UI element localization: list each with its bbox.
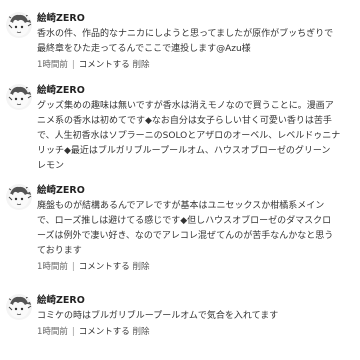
comment-meta: 1時間前 | コメントする 削除: [37, 59, 354, 71]
reply-link[interactable]: コメントする: [79, 60, 130, 70]
avatar[interactable]: [6, 84, 32, 110]
comment-text: 廃盤ものが結構あるんでアレですが基本はユニセックスか柑橘系メイン で、ローズ推し…: [37, 199, 354, 259]
separator: |: [71, 327, 75, 337]
delete-link[interactable]: 削除: [133, 262, 150, 272]
comment-line: リッチ◆最近はブルガリブループールオム、ハウスオブローゼのグリーン: [37, 146, 331, 156]
comment-time: 1時間前: [37, 327, 68, 337]
separator: |: [71, 60, 75, 70]
comment-author[interactable]: 絵崎ZERO: [37, 12, 354, 25]
comment-line: コミケの時はブルガリブループールオムで気合を入れてます: [37, 311, 279, 321]
avatar-sketch-icon: [7, 295, 32, 318]
avatar[interactable]: [6, 184, 32, 210]
comment-author[interactable]: 絵崎ZERO: [37, 84, 354, 97]
avatar-sketch-icon: [7, 185, 32, 208]
comment-text: コミケの時はブルガリブループールオムで気合を入れてます: [37, 309, 354, 324]
comment-line: ております: [37, 246, 82, 256]
reply-link[interactable]: コメントする: [79, 262, 130, 272]
comment-meta: 1時間前 | コメントする 削除: [37, 326, 354, 338]
comment-meta: 1時間前 | コメントする 削除: [37, 261, 354, 273]
comment-time: 1時間前: [37, 262, 68, 272]
avatar-sketch-icon: [7, 13, 32, 36]
avatar[interactable]: [6, 294, 32, 320]
comment-text: 香水の件、作品的なナニカにしようと思ってましたが原作がブッちぎりで 最終章をひた…: [37, 27, 354, 57]
separator: |: [71, 262, 75, 272]
comment-line: グッズ集めの趣味は無いですが香水は消えモノなので買うことに。漫画ア: [37, 101, 334, 111]
comment-line: 廃盤ものが結構あるんでアレですが基本はユニセックスか柑橘系メイン: [37, 201, 325, 211]
comment-line: 香水の件、作品的なナニカにしようと思ってましたが原作がブッちぎりで: [37, 29, 334, 39]
reply-link[interactable]: コメントする: [79, 327, 130, 337]
delete-link[interactable]: 削除: [133, 327, 150, 337]
comment-line: で、人生初香水はソプラーニのSOLOとアザロのオーベル、レベルドゥニナ: [37, 131, 341, 141]
comment-line: レモン: [37, 161, 65, 171]
comment-line: ニメ系の香水は初めてです◆なお自分は女子らしい甘く可愛い香りは苦手: [37, 116, 332, 126]
comment-feed: 絵崎ZERO 香水の件、作品的なナニカにしようと思ってましたが原作がブッちぎりで…: [0, 0, 360, 360]
comment-line: 最終章をひた走ってるんでここで連投します@Azu様: [37, 44, 251, 54]
comment-author[interactable]: 絵崎ZERO: [37, 294, 354, 307]
comment-text: グッズ集めの趣味は無いですが香水は消えモノなので買うことに。漫画ア ニメ系の香水…: [37, 99, 354, 174]
avatar-sketch-icon: [7, 85, 32, 108]
comment-line: ーズは例外で凄い好き、なのでアレコレ混ぜてんのが苦手なんかなと思う: [37, 231, 334, 241]
delete-link[interactable]: 削除: [133, 60, 150, 70]
comment-line: で、ローズ推しは避けてる感じです◆但しハウスオブローゼのダマスクロ: [37, 216, 332, 226]
avatar[interactable]: [6, 12, 32, 38]
comment-time: 1時間前: [37, 60, 68, 70]
comment-author[interactable]: 絵崎ZERO: [37, 184, 354, 197]
